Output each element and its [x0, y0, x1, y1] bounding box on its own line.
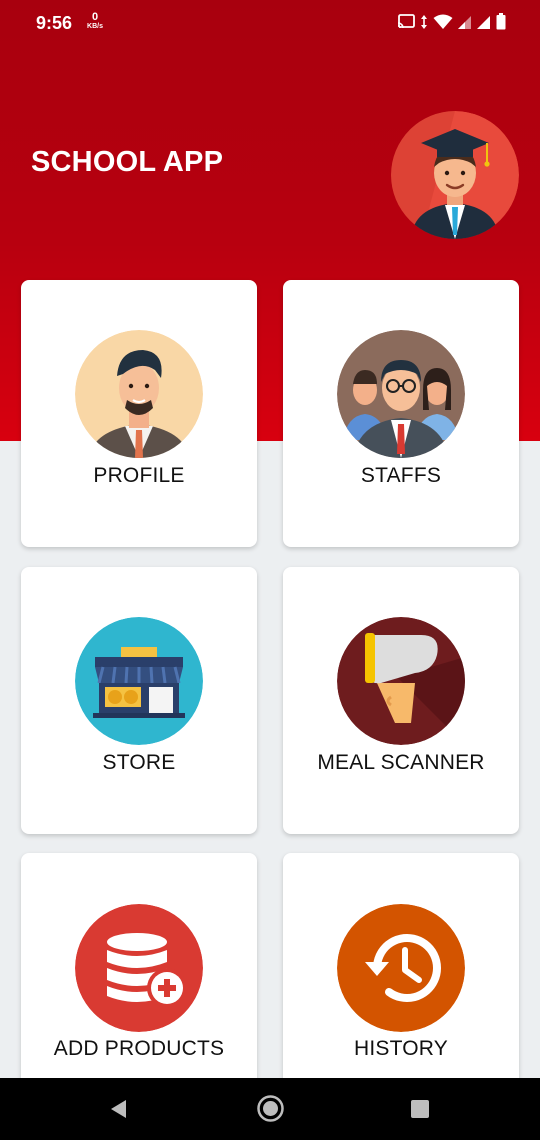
home-icon[interactable] [256, 1094, 285, 1123]
meal-scanner-label: MEAL SCANNER [317, 751, 485, 774]
navigation-bar [0, 1078, 540, 1140]
profile-person-icon [75, 330, 203, 458]
add-products-label: ADD PRODUCTS [53, 1037, 225, 1060]
back-icon[interactable] [108, 1098, 130, 1120]
graduate-avatar-icon[interactable] [391, 111, 519, 239]
barcode-scanner-icon [337, 617, 465, 745]
database-add-icon [75, 904, 203, 1032]
network-speed-value: 0 [91, 11, 99, 23]
staff-group-icon [337, 330, 465, 458]
data-arrows-icon [421, 14, 427, 29]
profile-label: PROFILE [93, 464, 185, 487]
network-speed-unit: KB/s [87, 23, 103, 30]
status-time: 9:56 [36, 13, 73, 33]
network-speed: 0 KB/s [84, 11, 106, 31]
store-card[interactable]: STORE [21, 567, 257, 834]
cast-icon [397, 13, 415, 28]
signal-icon [477, 15, 490, 29]
battery-icon [496, 13, 506, 30]
status-bar: 9:56 0 KB/s [0, 0, 540, 46]
status-icons [397, 13, 506, 30]
staffs-label: STAFFS [360, 464, 442, 487]
signal-icon [458, 15, 471, 29]
store-front-icon [75, 617, 203, 745]
recents-icon[interactable] [410, 1099, 430, 1119]
history-clock-icon [337, 904, 465, 1032]
staffs-card[interactable]: STAFFS [283, 280, 519, 547]
wifi-icon [433, 14, 453, 29]
history-label: HISTORY [354, 1037, 448, 1060]
meal-scanner-card[interactable]: MEAL SCANNER [283, 567, 519, 834]
app-title: SCHOOL APP [31, 146, 224, 178]
profile-card[interactable]: PROFILE [21, 280, 257, 547]
store-label: STORE [102, 751, 176, 774]
